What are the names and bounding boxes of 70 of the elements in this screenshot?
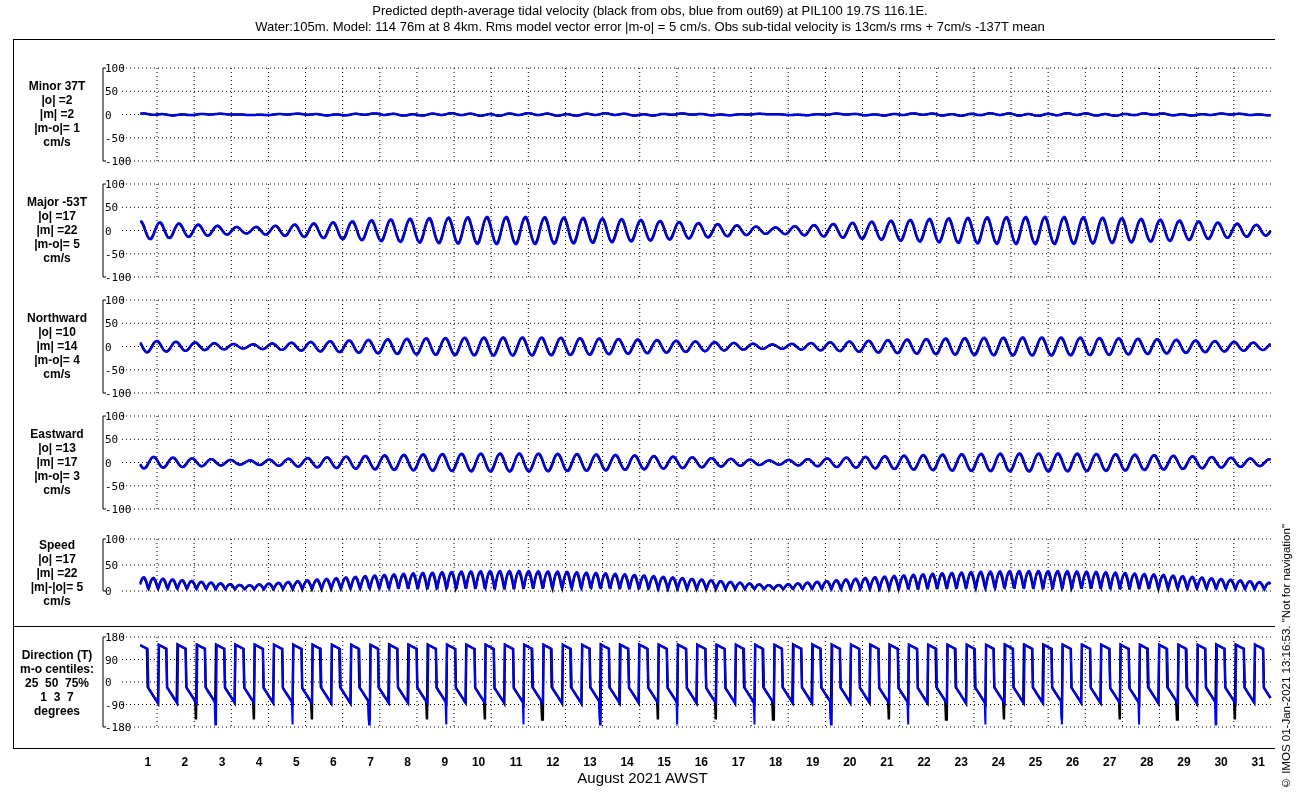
axis-tick-label: -100	[105, 271, 132, 284]
axis-tick-label: 4	[254, 755, 264, 769]
axis-tick-label: 22	[916, 755, 932, 769]
credit-text: © IMOS 01-Jan-2021 13:16:53. "Not for navigation"	[1280, 524, 1292, 789]
axis-tick-label: 0	[105, 456, 112, 470]
axis-tick-label: 100	[105, 533, 125, 546]
axis-tick-label: 16	[693, 755, 709, 769]
axis-tick-label: 18	[767, 755, 784, 769]
axis-tick-label: 50	[105, 317, 119, 331]
axis-tick-label: 13	[582, 755, 598, 769]
axis-tick-label: 0	[105, 108, 112, 122]
axis-tick-label: 100	[105, 178, 125, 191]
axis-tick-label: 31	[1250, 755, 1266, 769]
panel-label: Minor 37T |o| =2 |m| =2 |m-o|= 1 cm/s	[27, 79, 87, 149]
axis-tick-label: 30	[1213, 755, 1229, 769]
axis-tick-label: 6	[329, 755, 338, 769]
axis-tick-label: 50	[105, 85, 119, 99]
axis-tick-label: 0	[105, 675, 112, 689]
axis-tick-label: 17	[730, 755, 747, 769]
panel-label: Direction (T) m-o centiles: 25 50 75% 1 3 7 degrees	[19, 647, 95, 718]
chart-title: Water:105m. Model: 114 76m at 8 4km. Rms model vector error |m-o| = 5 cm/s. Obs sub-tidal velocity is 13cm/s rms + 7cm/s -137T mean	[255, 19, 1045, 35]
axis-tick-label: 10	[470, 755, 487, 769]
axis-tick-label: 27	[1102, 755, 1118, 769]
axis-tick-label: -90	[105, 698, 125, 711]
axis-tick-label: 100	[105, 294, 125, 307]
chart-title: Predicted depth-average tidal velocity (black from obs, blue from out69) at PIL100 19.7S 116.1E.	[372, 3, 928, 19]
axis-tick-label: 2	[180, 755, 190, 769]
axis-tick-label: -180	[105, 720, 132, 734]
axis-tick-label: -50	[105, 363, 125, 377]
axis-tick-label: 8	[403, 755, 412, 769]
panel-label: Eastward |o| =13 |m| =17 |m-o|= 3 cm/s	[29, 427, 85, 497]
axis-tick-label: 21	[879, 755, 895, 769]
axis-tick-label: 12	[545, 755, 561, 769]
axis-tick-label: 19	[805, 755, 821, 769]
panel-label: Speed |o| =17 |m| =22 |m|-|o|= 5 cm/s	[29, 538, 85, 608]
panel-label: Northward |o| =10 |m| =14 |m-o|= 4 cm/s	[26, 311, 88, 381]
axis-tick-label: 50	[105, 201, 119, 215]
axis-tick-label: 100	[105, 62, 125, 75]
axis-tick-label: 20	[842, 755, 858, 769]
axis-tick-label: 11	[508, 755, 524, 769]
axis-tick-label: 90	[105, 653, 119, 666]
axis-tick-label: 0	[105, 585, 112, 598]
panel-label: Major -53T |o| =17 |m| =22 |m-o|= 5 cm/s	[26, 195, 88, 265]
axis-tick-label: 26	[1064, 755, 1081, 769]
axis-tick-label: 0	[105, 340, 112, 354]
axis-tick-label: 24	[990, 755, 1006, 769]
axis-tick-label: 180	[105, 630, 125, 644]
axis-tick-label: 15	[656, 755, 672, 769]
axis-tick-label: 0	[105, 224, 112, 238]
axis-tick-label: -50	[105, 247, 125, 261]
axis-tick-label: 29	[1176, 755, 1192, 769]
axis-tick-label: -100	[105, 503, 132, 516]
axis-tick-label: -50	[105, 479, 125, 493]
y-axis	[102, 538, 107, 592]
axis-tick-label: 7	[366, 755, 375, 769]
axis-tick-label: -100	[105, 387, 132, 400]
axis-label: August 2021 AWST	[577, 769, 708, 787]
axis-tick-label: 23	[953, 755, 969, 769]
axis-tick-label: 3	[217, 755, 227, 769]
axis-tick-label: -50	[105, 131, 125, 145]
axis-tick-label: -100	[105, 155, 132, 168]
axis-tick-label: 25	[1027, 755, 1044, 769]
axis-tick-label: 5	[291, 755, 301, 769]
axis-tick-label: 50	[105, 559, 119, 572]
axis-tick-label: 50	[105, 433, 119, 447]
axis-tick-label: 28	[1139, 755, 1155, 769]
axis-tick-label: 14	[619, 755, 635, 769]
axis-tick-label: 100	[105, 410, 125, 423]
axis-tick-label: 1	[143, 755, 153, 769]
axis-tick-label: 9	[440, 755, 450, 769]
